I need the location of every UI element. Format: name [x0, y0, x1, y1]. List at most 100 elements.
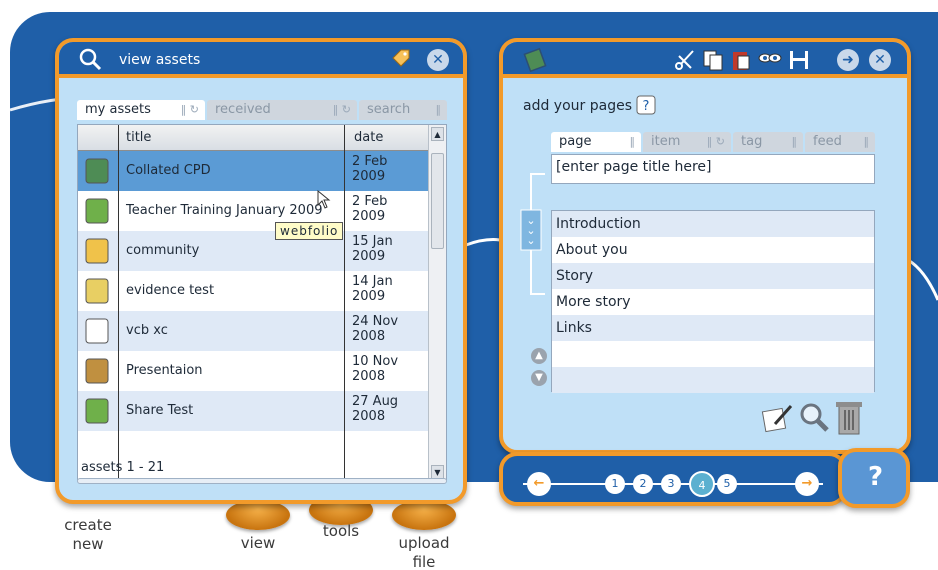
row-date: 10 Nov 2008	[352, 354, 399, 384]
trash-icon[interactable]	[833, 398, 865, 436]
view-tool-button[interactable]	[226, 500, 290, 530]
scroll-up-arrow[interactable]: ▲	[431, 127, 444, 141]
row-title: evidence test	[126, 283, 215, 298]
help-label: ?	[868, 462, 884, 492]
tab-page-label: page	[559, 134, 592, 149]
edit-icon[interactable]	[761, 400, 795, 434]
scroll-thumb[interactable]	[431, 153, 444, 249]
help-icon[interactable]: ?	[635, 94, 657, 116]
pages-panel: ➜ ✕ add your pages ? page ‖ item ‖ ↻ tag ‖ …	[499, 38, 911, 454]
view-assets-header: view assets ✕	[59, 42, 463, 78]
column-divider	[344, 125, 345, 479]
tab-received-label: received	[215, 102, 271, 117]
cut-icon[interactable]	[673, 48, 697, 72]
webfolio-icon	[523, 48, 547, 72]
scroll-down-arrow[interactable]: ▼	[431, 465, 444, 479]
column-title[interactable]: title	[126, 130, 151, 145]
magnifier-icon	[79, 48, 102, 71]
webfolio-icon	[82, 157, 112, 185]
table-header: title date	[78, 125, 430, 151]
paste-icon[interactable]	[729, 48, 753, 72]
page-list: Introduction About you Story More story Link…	[551, 210, 875, 393]
asset-table: title date Collated CPD 2 Feb 2009 Teacher…	[77, 124, 447, 480]
page-list-item[interactable]: Introduction	[552, 211, 874, 237]
tab-tag[interactable]: tag ‖	[733, 132, 803, 152]
page-number-button[interactable]: 1	[605, 474, 625, 494]
page-number-button[interactable]: 3	[661, 474, 681, 494]
page-number-button[interactable]: 4	[689, 471, 715, 497]
tooltip: webfolio	[275, 222, 344, 240]
move-down-button[interactable]: ▼	[531, 370, 547, 386]
upload-tool-button[interactable]	[392, 500, 456, 530]
people-icon	[82, 397, 112, 425]
row-date: 14 Jan 2009	[352, 274, 393, 304]
table-row[interactable]: Presentaion 10 Nov 2008	[78, 351, 430, 391]
tab-feed-label: feed	[813, 134, 842, 149]
tab-search-label: search	[367, 102, 411, 117]
people-icon	[82, 197, 112, 225]
horizontal-scrollbar[interactable]	[77, 478, 447, 484]
tab-received[interactable]: received ‖ ↻	[207, 100, 357, 120]
document-icon	[82, 317, 112, 345]
help-button[interactable]: ?	[838, 448, 910, 508]
tab-tag-label: tag	[741, 134, 763, 149]
pages-header: ➜ ✕	[503, 42, 907, 78]
table-row[interactable]: Teacher Training January 2009 2 Feb 2009	[78, 191, 430, 231]
table-row[interactable]: community 15 Jan 2009	[78, 231, 430, 271]
page-number-button[interactable]: 2	[633, 474, 653, 494]
pager-bar: ← 12345 →	[499, 452, 847, 506]
tab-item-label: item	[651, 134, 681, 149]
close-button[interactable]: ✕	[427, 49, 449, 71]
tab-my-assets[interactable]: my assets ‖ ↻	[77, 100, 205, 120]
panel-title: view assets	[119, 52, 201, 68]
move-up-button[interactable]: ▲	[531, 348, 547, 364]
table-row[interactable]: Share Test 27 Aug 2008	[78, 391, 430, 431]
svg-text:⌄: ⌄	[526, 234, 535, 247]
desktop: create new view tools upload file view a…	[0, 0, 938, 570]
tab-search[interactable]: search ‖	[359, 100, 447, 120]
view-label[interactable]: view	[226, 534, 290, 553]
row-title: Presentaion	[126, 363, 203, 378]
tab-feed[interactable]: feed ‖	[805, 132, 875, 152]
row-date: 2 Feb 2009	[352, 194, 388, 224]
table-row[interactable]: vcb xc 24 Nov 2008	[78, 311, 430, 351]
page-list-item[interactable]: About you	[552, 237, 874, 263]
tab-my-assets-label: my assets	[85, 102, 151, 117]
forward-button[interactable]: ➜	[837, 49, 859, 71]
svg-text:?: ?	[643, 99, 650, 114]
add-pages-heading: add your pages	[523, 98, 632, 114]
row-date: 15 Jan 2009	[352, 234, 393, 264]
row-title: Collated CPD	[126, 163, 211, 178]
copy-icon[interactable]	[701, 48, 725, 72]
tag-icon[interactable]	[389, 48, 411, 70]
page-list-item[interactable]	[552, 367, 874, 393]
row-title: vcb xc	[126, 323, 168, 338]
table-row[interactable]: Collated CPD 2 Feb 2009	[78, 151, 430, 191]
save-icon[interactable]	[787, 48, 811, 72]
page-number-button[interactable]: 5	[717, 474, 737, 494]
view-assets-panel: view assets ✕ my assets ‖ ↻ received ‖ ↻ s…	[55, 38, 467, 504]
trophy-icon	[82, 357, 112, 385]
column-date[interactable]: date	[354, 130, 383, 145]
page-list-item[interactable]: Links	[552, 315, 874, 341]
close-button[interactable]: ✕	[869, 49, 891, 71]
next-page-button[interactable]: →	[795, 472, 819, 496]
row-date: 24 Nov 2008	[352, 314, 399, 344]
page-title-input[interactable]: [enter page title here]	[551, 154, 875, 184]
create-new-label[interactable]: create new	[55, 516, 121, 554]
table-scrollbar[interactable]: ▲ ▼	[428, 125, 446, 479]
picture-icon	[82, 237, 112, 265]
tab-page[interactable]: page ‖	[551, 132, 641, 152]
evidence-icon	[82, 277, 112, 305]
preview-icon[interactable]	[757, 48, 783, 72]
tab-item[interactable]: item ‖ ↻	[643, 132, 731, 152]
page-list-item[interactable]: Story	[552, 263, 874, 289]
page-list-item[interactable]	[552, 341, 874, 367]
table-row[interactable]: evidence test 14 Jan 2009	[78, 271, 430, 311]
zoom-icon[interactable]	[797, 400, 831, 434]
prev-page-button[interactable]: ←	[527, 472, 551, 496]
cursor-icon	[317, 190, 331, 209]
upload-file-label[interactable]: upload file	[386, 534, 462, 570]
tools-label[interactable]: tools	[308, 522, 374, 541]
page-list-item[interactable]: More story	[552, 289, 874, 315]
